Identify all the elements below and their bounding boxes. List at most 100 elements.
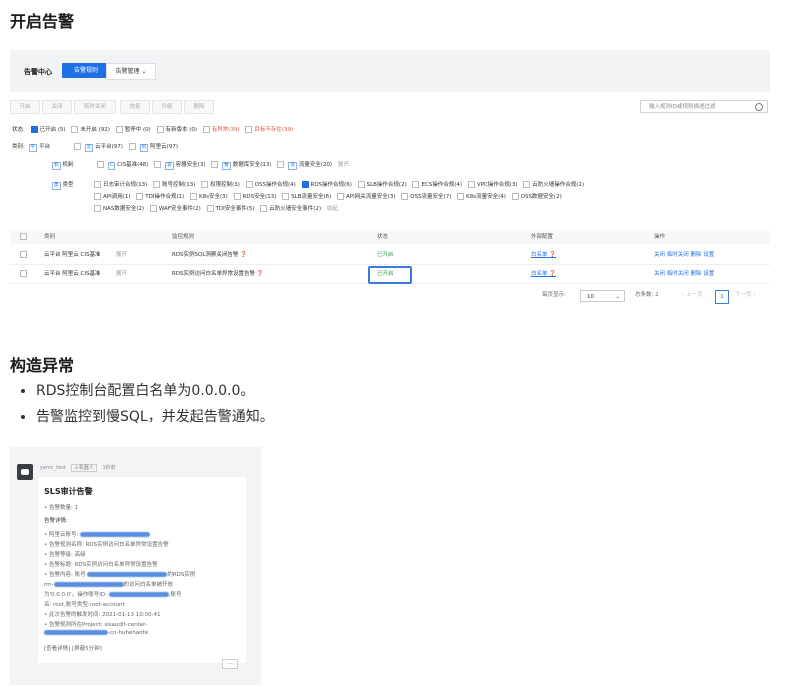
temp-disable-button[interactable]: 临时关闭 xyxy=(74,100,116,114)
type-checkbox[interactable] xyxy=(357,181,365,188)
upgrade-button[interactable]: 升级 xyxy=(152,100,182,114)
message-line: 名: root,账号类型:root-account xyxy=(44,602,125,608)
platform-filter-row: 类别: 平平台 云云平台(97) 阿阿里云(97) xyxy=(12,142,178,152)
type-item: API网关流量安全(3) xyxy=(346,194,396,200)
mech-checkbox-db[interactable] xyxy=(211,161,219,168)
col-category: 类别 xyxy=(44,234,56,240)
message-title: SLS审计告警 xyxy=(44,487,93,496)
mech-cis: CIS基准(48) xyxy=(117,162,149,168)
type-checkbox[interactable] xyxy=(94,205,101,212)
mech-checkbox-traffic[interactable] xyxy=(277,161,285,168)
line-tail: ,账号 xyxy=(168,592,182,598)
status-filter-row: 状态: 已开启 (5) 未开启 (92) 暂停中 (0) 有新版本 (0) 有异… xyxy=(12,125,293,133)
list-item: 告警监控到慢SQL，并发起告警通知。 xyxy=(36,404,274,430)
status-checkbox-error[interactable] xyxy=(202,126,210,133)
robot-tag-label: 机器人 xyxy=(78,465,94,471)
alert-console-screenshot: 告警中心 告警规则 告警管理 ⌄ 开启 关闭 临时关闭 恢复 升级 删除 输入规… xyxy=(10,50,770,310)
type-checkbox[interactable] xyxy=(401,193,409,200)
help-icon[interactable]: ❓ xyxy=(549,271,556,277)
status-checkbox-enabled[interactable] xyxy=(30,126,38,133)
mech-checkbox-cis[interactable] xyxy=(97,161,105,168)
type-checkbox[interactable] xyxy=(467,181,475,188)
help-icon[interactable]: ❓ xyxy=(257,271,264,277)
rule-search-input[interactable]: 输入规则ID或规则描述过滤 xyxy=(640,100,768,113)
row-actions[interactable]: 关闭 临时关闭 删除 设置 xyxy=(654,265,714,283)
section-title-construct-anomaly: 构造异常 xyxy=(10,356,75,375)
message-card: SLS审计告警 • 告警数量: 1 告警详情: • 阿里云账号: • 告警规则名… xyxy=(38,477,246,663)
line-tail: 的访问白名单被开放 xyxy=(123,582,174,588)
per-page-value: 10 xyxy=(587,294,594,300)
status-checkbox-new-version[interactable] xyxy=(156,126,164,133)
select-all-checkbox[interactable] xyxy=(20,233,27,240)
status-checkbox-disabled[interactable] xyxy=(71,126,79,133)
type-collapse-link[interactable]: 收起 xyxy=(327,206,338,212)
status-new-version: 有新版本 (0) xyxy=(165,127,198,133)
next-page-button[interactable]: 下一页 › xyxy=(735,290,755,298)
mech-expand-link[interactable]: 展开 xyxy=(338,162,349,168)
more-options-icon[interactable]: … xyxy=(222,659,238,669)
row-checkbox[interactable] xyxy=(20,251,27,258)
type-checkbox[interactable] xyxy=(233,193,241,200)
redacted-value xyxy=(87,572,168,577)
help-icon[interactable]: ❓ xyxy=(240,252,247,258)
type-checkbox[interactable] xyxy=(245,181,253,188)
row-external[interactable]: 白名单 ❓ xyxy=(531,265,556,283)
aliyun-icon: 阿 xyxy=(139,144,149,152)
per-page-select[interactable]: 10 ⌄ xyxy=(580,290,625,302)
type-checkbox[interactable] xyxy=(206,205,214,212)
whitelist-link[interactable]: 白名单 xyxy=(531,252,548,258)
row-category: 云平台 阿里云 CIS基准 xyxy=(44,271,101,277)
type-checkbox[interactable] xyxy=(260,205,268,212)
prev-page-button[interactable]: ‹ 上一页 xyxy=(682,290,702,298)
type-checkbox[interactable] xyxy=(201,181,209,188)
type-item: 日志审计合规(13) xyxy=(103,182,148,188)
message-line: • 告警标题: RDS实例访问白名单异常设置告警 xyxy=(44,562,158,568)
type-item: 账号控制(13) xyxy=(162,182,196,188)
row-checkbox[interactable] xyxy=(20,270,27,277)
steps-list: RDS控制台配置白名单为0.0.0.0。 告警监控到慢SQL，并发起告警通知。 xyxy=(14,378,274,430)
type-checkbox[interactable] xyxy=(136,193,144,200)
tab-alert-manage[interactable]: 告警管理 ⌄ xyxy=(106,63,156,80)
disable-button[interactable]: 关闭 xyxy=(42,100,72,114)
platform-cloud: 云平台(97) xyxy=(95,144,123,150)
type-item: TDI安全事件(5) xyxy=(215,206,255,212)
type-checkbox[interactable] xyxy=(153,181,161,188)
console-topbar: 告警中心 告警规则 告警管理 ⌄ xyxy=(10,50,770,92)
row-expand-link[interactable]: 展开 xyxy=(116,246,127,264)
restore-button[interactable]: 恢复 xyxy=(120,100,150,114)
delete-button[interactable]: 删除 xyxy=(184,100,214,114)
message-links[interactable]: [查看详情] [屏蔽5分钟] xyxy=(44,644,102,652)
row-actions[interactable]: 关闭 临时关闭 删除 设置 xyxy=(654,246,714,264)
type-checkbox[interactable] xyxy=(190,193,198,200)
type-checkbox[interactable] xyxy=(523,181,531,188)
search-icon[interactable] xyxy=(755,103,763,111)
type-item: VPC操作合规(3) xyxy=(476,182,518,188)
col-rule: 监控规则 xyxy=(172,234,195,240)
type-item-rds-ops: RDS操作合规(6) xyxy=(310,182,352,188)
help-icon[interactable]: ❓ xyxy=(549,252,556,258)
tab-alert-rules[interactable]: 告警规则 xyxy=(62,63,110,78)
type-checkbox[interactable] xyxy=(94,181,101,188)
type-label: 类型 xyxy=(62,182,74,188)
status-checkbox-paused[interactable] xyxy=(115,126,123,133)
platform-checkbox-cloud[interactable] xyxy=(73,143,81,150)
message-header: yemc_test ♙机器人 1秒前 xyxy=(40,464,116,472)
type-checkbox[interactable] xyxy=(149,205,157,212)
whitelist-link[interactable]: 白名单 xyxy=(531,271,548,277)
page-1-button[interactable]: 1 xyxy=(715,290,729,304)
type-item: ECS操作合规(4) xyxy=(421,182,463,188)
type-checkbox[interactable] xyxy=(511,193,519,200)
type-checkbox[interactable] xyxy=(457,193,465,200)
type-checkbox-rds-ops[interactable] xyxy=(301,181,309,188)
mech-checkbox-container[interactable] xyxy=(154,161,162,168)
type-item: K8s流量安全(4) xyxy=(466,194,506,200)
type-checkbox[interactable] xyxy=(282,193,290,200)
platform-checkbox-aliyun[interactable] xyxy=(128,143,136,150)
row-expand-link[interactable]: 展开 xyxy=(116,265,127,283)
type-checkbox[interactable] xyxy=(337,193,344,200)
row-external[interactable]: 白名单 ❓ xyxy=(531,246,556,264)
enable-button[interactable]: 开启 xyxy=(10,100,40,114)
type-checkbox[interactable] xyxy=(94,193,101,200)
type-checkbox[interactable] xyxy=(412,181,420,188)
status-checkbox-missing[interactable] xyxy=(245,126,253,133)
